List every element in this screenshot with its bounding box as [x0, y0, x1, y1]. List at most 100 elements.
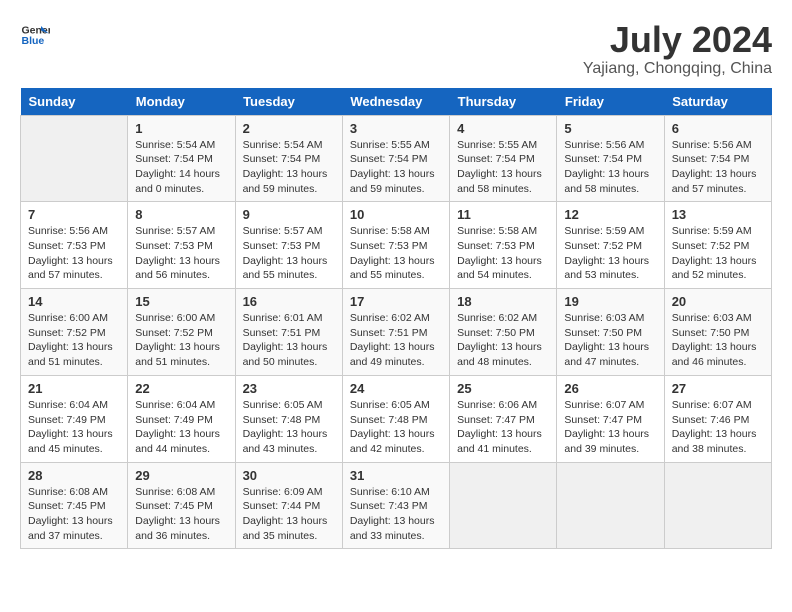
sunset-text: Sunset: 7:43 PM — [350, 500, 428, 512]
day-number: 29 — [135, 468, 227, 483]
sunrise-text: Sunrise: 6:04 AM — [135, 399, 215, 411]
day-info: Sunrise: 6:04 AM Sunset: 7:49 PM Dayligh… — [135, 398, 227, 457]
daylight-text: Daylight: 13 hours and 57 minutes. — [28, 255, 113, 282]
sunset-text: Sunset: 7:45 PM — [135, 500, 213, 512]
day-number: 19 — [564, 294, 656, 309]
daylight-text: Daylight: 13 hours and 36 minutes. — [135, 515, 220, 542]
weekday-header-monday: Monday — [128, 88, 235, 116]
day-number: 21 — [28, 381, 120, 396]
calendar-body: 1 Sunrise: 5:54 AM Sunset: 7:54 PM Dayli… — [21, 115, 772, 549]
sunrise-text: Sunrise: 5:58 AM — [457, 225, 537, 237]
daylight-text: Daylight: 13 hours and 37 minutes. — [28, 515, 113, 542]
sunset-text: Sunset: 7:54 PM — [457, 153, 535, 165]
sunrise-text: Sunrise: 5:58 AM — [350, 225, 430, 237]
sunrise-text: Sunrise: 6:08 AM — [135, 486, 215, 498]
daylight-text: Daylight: 13 hours and 42 minutes. — [350, 428, 435, 455]
sunset-text: Sunset: 7:47 PM — [564, 414, 642, 426]
sunrise-text: Sunrise: 6:03 AM — [564, 312, 644, 324]
sunrise-text: Sunrise: 6:02 AM — [350, 312, 430, 324]
sunset-text: Sunset: 7:54 PM — [672, 153, 750, 165]
day-number: 22 — [135, 381, 227, 396]
sunrise-text: Sunrise: 6:00 AM — [135, 312, 215, 324]
day-number: 23 — [243, 381, 335, 396]
calendar-cell: 24 Sunrise: 6:05 AM Sunset: 7:48 PM Dayl… — [342, 375, 449, 462]
day-info: Sunrise: 6:08 AM Sunset: 7:45 PM Dayligh… — [28, 485, 120, 544]
calendar-cell: 19 Sunrise: 6:03 AM Sunset: 7:50 PM Dayl… — [557, 289, 664, 376]
sunrise-text: Sunrise: 5:56 AM — [672, 139, 752, 151]
daylight-text: Daylight: 13 hours and 58 minutes. — [457, 168, 542, 195]
calendar-cell: 12 Sunrise: 5:59 AM Sunset: 7:52 PM Dayl… — [557, 202, 664, 289]
daylight-text: Daylight: 13 hours and 54 minutes. — [457, 255, 542, 282]
daylight-text: Daylight: 13 hours and 45 minutes. — [28, 428, 113, 455]
header: General Blue July 2024 Yajiang, Chongqin… — [20, 20, 772, 78]
calendar-cell: 1 Sunrise: 5:54 AM Sunset: 7:54 PM Dayli… — [128, 115, 235, 202]
sunrise-text: Sunrise: 5:54 AM — [135, 139, 215, 151]
calendar-cell: 16 Sunrise: 6:01 AM Sunset: 7:51 PM Dayl… — [235, 289, 342, 376]
daylight-text: Daylight: 13 hours and 55 minutes. — [350, 255, 435, 282]
weekday-header-wednesday: Wednesday — [342, 88, 449, 116]
calendar-cell — [557, 462, 664, 549]
sunset-text: Sunset: 7:49 PM — [28, 414, 106, 426]
day-info: Sunrise: 5:55 AM Sunset: 7:54 PM Dayligh… — [350, 138, 442, 197]
sunrise-text: Sunrise: 6:08 AM — [28, 486, 108, 498]
sunset-text: Sunset: 7:50 PM — [564, 327, 642, 339]
day-number: 2 — [243, 121, 335, 136]
daylight-text: Daylight: 13 hours and 35 minutes. — [243, 515, 328, 542]
day-info: Sunrise: 5:56 AM Sunset: 7:54 PM Dayligh… — [564, 138, 656, 197]
sunrise-text: Sunrise: 6:07 AM — [672, 399, 752, 411]
sunrise-text: Sunrise: 5:57 AM — [243, 225, 323, 237]
sunrise-text: Sunrise: 6:06 AM — [457, 399, 537, 411]
sunrise-text: Sunrise: 6:09 AM — [243, 486, 323, 498]
sunrise-text: Sunrise: 6:03 AM — [672, 312, 752, 324]
day-number: 3 — [350, 121, 442, 136]
calendar-cell: 13 Sunrise: 5:59 AM Sunset: 7:52 PM Dayl… — [664, 202, 771, 289]
sunset-text: Sunset: 7:53 PM — [350, 240, 428, 252]
sunset-text: Sunset: 7:52 PM — [28, 327, 106, 339]
daylight-text: Daylight: 13 hours and 52 minutes. — [672, 255, 757, 282]
calendar-cell: 18 Sunrise: 6:02 AM Sunset: 7:50 PM Dayl… — [450, 289, 557, 376]
day-number: 8 — [135, 207, 227, 222]
daylight-text: Daylight: 13 hours and 59 minutes. — [243, 168, 328, 195]
day-number: 12 — [564, 207, 656, 222]
calendar-cell: 11 Sunrise: 5:58 AM Sunset: 7:53 PM Dayl… — [450, 202, 557, 289]
daylight-text: Daylight: 13 hours and 49 minutes. — [350, 341, 435, 368]
day-number: 27 — [672, 381, 764, 396]
day-info: Sunrise: 6:07 AM Sunset: 7:46 PM Dayligh… — [672, 398, 764, 457]
day-info: Sunrise: 5:57 AM Sunset: 7:53 PM Dayligh… — [135, 224, 227, 283]
day-number: 25 — [457, 381, 549, 396]
day-number: 1 — [135, 121, 227, 136]
calendar-cell: 6 Sunrise: 5:56 AM Sunset: 7:54 PM Dayli… — [664, 115, 771, 202]
calendar-cell: 23 Sunrise: 6:05 AM Sunset: 7:48 PM Dayl… — [235, 375, 342, 462]
day-number: 30 — [243, 468, 335, 483]
sunrise-text: Sunrise: 6:05 AM — [350, 399, 430, 411]
sunset-text: Sunset: 7:48 PM — [243, 414, 321, 426]
sunset-text: Sunset: 7:53 PM — [243, 240, 321, 252]
calendar-cell: 28 Sunrise: 6:08 AM Sunset: 7:45 PM Dayl… — [21, 462, 128, 549]
daylight-text: Daylight: 13 hours and 51 minutes. — [135, 341, 220, 368]
weekday-header-friday: Friday — [557, 88, 664, 116]
daylight-text: Daylight: 13 hours and 55 minutes. — [243, 255, 328, 282]
daylight-text: Daylight: 13 hours and 51 minutes. — [28, 341, 113, 368]
calendar-cell: 31 Sunrise: 6:10 AM Sunset: 7:43 PM Dayl… — [342, 462, 449, 549]
daylight-text: Daylight: 13 hours and 43 minutes. — [243, 428, 328, 455]
day-info: Sunrise: 6:05 AM Sunset: 7:48 PM Dayligh… — [243, 398, 335, 457]
sunset-text: Sunset: 7:54 PM — [243, 153, 321, 165]
daylight-text: Daylight: 13 hours and 39 minutes. — [564, 428, 649, 455]
sunrise-text: Sunrise: 6:02 AM — [457, 312, 537, 324]
calendar-cell: 25 Sunrise: 6:06 AM Sunset: 7:47 PM Dayl… — [450, 375, 557, 462]
calendar-cell: 22 Sunrise: 6:04 AM Sunset: 7:49 PM Dayl… — [128, 375, 235, 462]
day-number: 6 — [672, 121, 764, 136]
calendar-cell: 29 Sunrise: 6:08 AM Sunset: 7:45 PM Dayl… — [128, 462, 235, 549]
day-info: Sunrise: 5:54 AM Sunset: 7:54 PM Dayligh… — [135, 138, 227, 197]
day-info: Sunrise: 6:02 AM Sunset: 7:50 PM Dayligh… — [457, 311, 549, 370]
calendar-cell: 8 Sunrise: 5:57 AM Sunset: 7:53 PM Dayli… — [128, 202, 235, 289]
day-info: Sunrise: 6:05 AM Sunset: 7:48 PM Dayligh… — [350, 398, 442, 457]
daylight-text: Daylight: 13 hours and 50 minutes. — [243, 341, 328, 368]
calendar-cell — [21, 115, 128, 202]
daylight-text: Daylight: 13 hours and 57 minutes. — [672, 168, 757, 195]
day-info: Sunrise: 5:59 AM Sunset: 7:52 PM Dayligh… — [672, 224, 764, 283]
calendar-cell: 5 Sunrise: 5:56 AM Sunset: 7:54 PM Dayli… — [557, 115, 664, 202]
sunrise-text: Sunrise: 6:10 AM — [350, 486, 430, 498]
main-title: July 2024 — [583, 20, 772, 60]
day-info: Sunrise: 5:58 AM Sunset: 7:53 PM Dayligh… — [457, 224, 549, 283]
